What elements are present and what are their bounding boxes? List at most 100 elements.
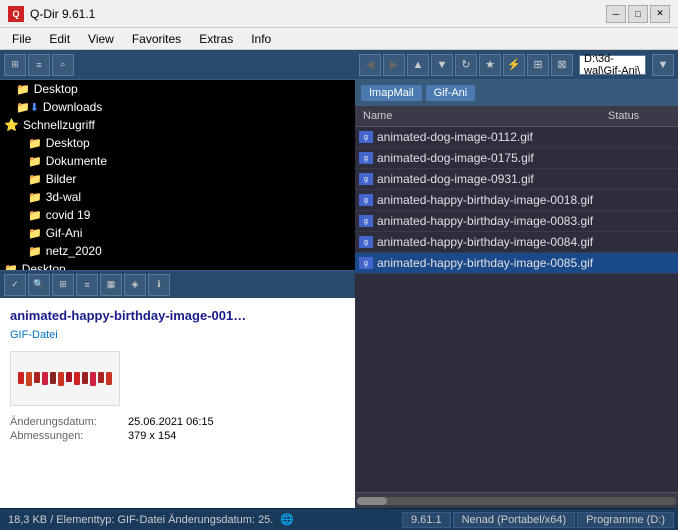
dimensions-row: Abmessungen: 379 x 154 [10,430,345,442]
check-button[interactable]: ✓ [4,274,26,296]
menu-item-extras[interactable]: Extras [191,30,241,48]
app-icon: Q [8,6,24,22]
scroll-thumb[interactable] [357,497,387,505]
toolbar-icon2[interactable]: ⚡ [503,54,525,76]
window-controls[interactable]: ─ □ ✕ [606,5,670,23]
menu-item-info[interactable]: Info [243,30,279,48]
menu-item-favorites[interactable]: Favorites [124,30,189,48]
file-row[interactable]: ganimated-dog-image-0175.gif [355,148,678,169]
tree-item-label: Desktop [22,262,66,270]
app-title: Q-Dir 9.61.1 [30,7,95,21]
column-status-header[interactable]: Status [604,108,674,124]
tree-item-dokumente[interactable]: 📁 Dokumente [0,152,355,170]
tree-item-covid19[interactable]: 📁 covid 19 [0,206,355,224]
change-date-value: 25.06.2021 06:15 [128,416,214,428]
folder-blue-icon: 📁 [4,263,18,271]
breadcrumb-gif-ani[interactable]: Gif-Ani [426,85,476,101]
status-text-left: 18,3 KB / Elementtyp: GIF-Datei Änderung… [0,513,398,526]
file-row[interactable]: ganimated-happy-birthday-image-0083.gif [355,211,678,232]
tree-item-gif-ani[interactable]: 📁Gif-Ani [0,224,355,242]
maximize-button[interactable]: □ [628,5,648,23]
filter-button[interactable]: ◈ [124,274,146,296]
file-name: animated-happy-birthday-image-0084.gif [377,235,593,249]
preview-filetype: GIF-Datei [10,329,345,341]
file-name: animated-happy-birthday-image-0018.gif [377,193,593,207]
search-folder-button[interactable]: 🔍 [28,274,50,296]
main-content: ⊞ ≡ ⌕ 📁 Desktop 📁⬇Downloads⭐Schnellzugriff… [0,50,678,508]
menu-item-edit[interactable]: Edit [41,30,78,48]
title-bar: Q Q-Dir 9.61.1 ─ □ ✕ [0,0,678,28]
toolbar-icon1[interactable]: ★ [479,54,501,76]
gif-file-icon: g [359,257,373,269]
gif-file-icon: g [359,194,373,206]
tree-item-netz2020[interactable]: 📁netz_2020 [0,242,355,260]
preview-filename: animated-happy-birthday-image-001… [10,308,345,323]
tree-item-label: Schnellzugriff [23,118,95,132]
file-row[interactable]: ganimated-dog-image-0112.gif [355,127,678,148]
tree-item-downloads[interactable]: 📁⬇Downloads [0,98,355,116]
status-button[interactable]: Nenad (Portabel/x64) [453,512,576,528]
menu-item-file[interactable]: File [4,30,39,48]
minimize-button[interactable]: ─ [606,5,626,23]
tree-item-desktop-bottom[interactable]: 📁 Desktop [0,260,355,270]
right-scrollbar[interactable] [355,492,678,508]
tree-item-quickaccess[interactable]: ⭐Schnellzugriff [0,116,355,134]
view-toggle-button[interactable]: ⊞ [52,274,74,296]
right-panel: ◀ ▶ ▲ ▼ ↻ ★ ⚡ ⊞ ⊠ D:\3d-wal\Gif-Ani\ ▼ I… [355,50,678,508]
left-toolbar: ⊞ ≡ ⌕ [0,50,355,80]
path-bar[interactable]: D:\3d-wal\Gif-Ani\ [579,55,646,75]
gif-animation-preview [18,372,112,386]
file-row[interactable]: ganimated-dog-image-0931.gif [355,169,678,190]
forward-button[interactable]: ▶ [383,54,405,76]
grid-view-button[interactable]: ⊞ [4,54,26,76]
path-dropdown[interactable]: ▼ [652,54,674,76]
menu-item-view[interactable]: View [80,30,122,48]
list-button[interactable]: ≡ [76,274,98,296]
change-date-label: Änderungsdatum: [10,416,120,428]
gif-file-icon: g [359,152,373,164]
back-button[interactable]: ◀ [359,54,381,76]
right-toolbar: ◀ ▶ ▲ ▼ ↻ ★ ⚡ ⊞ ⊠ D:\3d-wal\Gif-Ani\ ▼ [355,50,678,80]
status-button[interactable]: Programme (D:) [577,512,674,528]
tree-item-label: Dokumente [46,154,107,168]
info-button[interactable]: ℹ [148,274,170,296]
folder-yellow-icon: 📁 [28,173,42,186]
folder-blue-icon: 📁⬇ [16,101,39,114]
tree-panel: 📁 Desktop 📁⬇Downloads⭐Schnellzugriff 📁 Deskt… [0,80,355,270]
scroll-track[interactable] [357,497,676,505]
tree-item-3d-wal[interactable]: 📁3d-wal [0,188,355,206]
tree-item-label: Gif-Ani [46,226,83,240]
tree-item-label: Bilder [46,172,77,186]
preview-details: Änderungsdatum: 25.06.2021 06:15 Abmessu… [10,416,345,442]
toolbar-icon4[interactable]: ⊠ [551,54,573,76]
close-button[interactable]: ✕ [650,5,670,23]
preview-panel: animated-happy-birthday-image-001… GIF-D… [0,298,355,508]
breadcrumb-imapmail[interactable]: ImapMail [361,85,422,101]
file-row[interactable]: g animated-happy-birthday-image-0018.gif [355,190,678,211]
column-name-header[interactable]: Name [359,108,604,124]
tree-item-label: Desktop [34,82,78,96]
toolbar-icon3[interactable]: ⊞ [527,54,549,76]
file-name: animated-dog-image-0112.gif [377,130,533,144]
tree-item-desktop-top[interactable]: 📁Desktop [0,80,355,98]
folder-yellow-icon: 📁 [28,137,42,150]
up-button[interactable]: ▲ [407,54,429,76]
file-row[interactable]: ganimated-happy-birthday-image-0084.gif [355,232,678,253]
tree-item-bilder[interactable]: 📁 Bilder [0,170,355,188]
gif-file-icon: g [359,215,373,227]
detail-button[interactable]: ▦ [100,274,122,296]
tree-item-label: covid 19 [46,208,91,222]
tree-item-desktop-sub[interactable]: 📁Desktop [0,134,355,152]
detail-view-button[interactable]: ≡ [28,54,50,76]
dimensions-value: 379 x 154 [128,430,176,442]
dimensions-label: Abmessungen: [10,430,120,442]
search-button[interactable]: ⌕ [52,54,74,76]
folder-yellow-icon: 📁 [28,209,42,222]
history-button[interactable]: ▼ [431,54,453,76]
status-button[interactable]: 9.61.1 [402,512,451,528]
preview-image [10,351,120,406]
file-row[interactable]: ganimated-happy-birthday-image-0085.gif [355,253,678,274]
status-right: 9.61.1Nenad (Portabel/x64)Programme (D:) [398,512,678,528]
folder-yellow-icon: 📁 [28,155,42,168]
refresh-button[interactable]: ↻ [455,54,477,76]
